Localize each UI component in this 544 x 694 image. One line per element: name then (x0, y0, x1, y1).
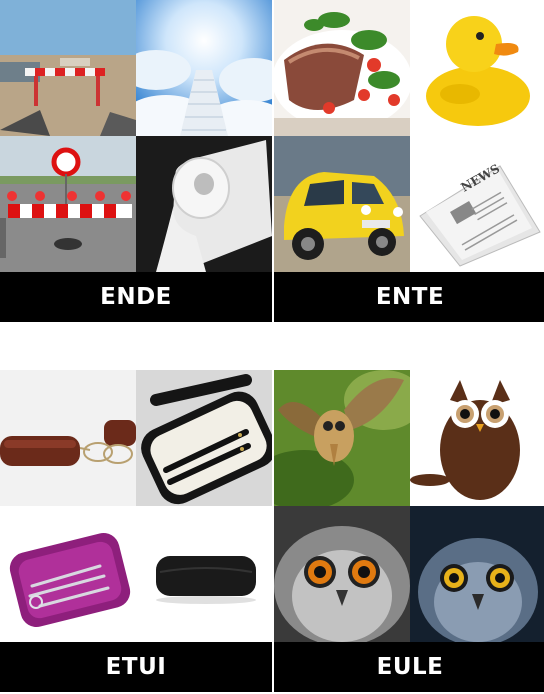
puzzle-card-ente[interactable]: NEWS ENTE (274, 0, 544, 322)
manicure-set-case-icon[interactable] (0, 506, 136, 642)
answer-label: EULE (274, 642, 544, 692)
rubber-duck-icon[interactable] (410, 0, 544, 136)
answer-label: ETUI (0, 642, 272, 692)
black-glasses-case-icon[interactable] (136, 506, 272, 642)
road-closed-barrier-icon[interactable] (0, 136, 136, 272)
duck-breast-dish-icon[interactable] (274, 0, 410, 136)
puzzle-card-etui[interactable]: ETUI (0, 370, 272, 692)
answer-label: ENDE (0, 272, 272, 322)
flying-owl-icon[interactable] (274, 370, 410, 506)
answer-label: ENTE (274, 272, 544, 322)
puzzle-card-eule[interactable]: EULE (274, 370, 544, 692)
newspaper-icon[interactable]: NEWS (410, 136, 544, 272)
puzzle-card-ende[interactable]: ENDE (0, 0, 272, 322)
blue-owl-closeup-icon[interactable] (410, 506, 544, 642)
grey-owl-closeup-icon[interactable] (274, 506, 410, 642)
coffee-bean-owl-icon[interactable] (410, 370, 544, 506)
pen-case-icon[interactable] (136, 370, 272, 506)
toilet-paper-roll-icon[interactable] (136, 136, 272, 272)
yellow-citroen-2cv-car-icon[interactable] (274, 136, 410, 272)
stairway-to-heaven-icon[interactable] (136, 0, 272, 136)
leather-glasses-case-icon[interactable] (0, 370, 136, 506)
road-barrier-icon[interactable] (0, 0, 136, 136)
